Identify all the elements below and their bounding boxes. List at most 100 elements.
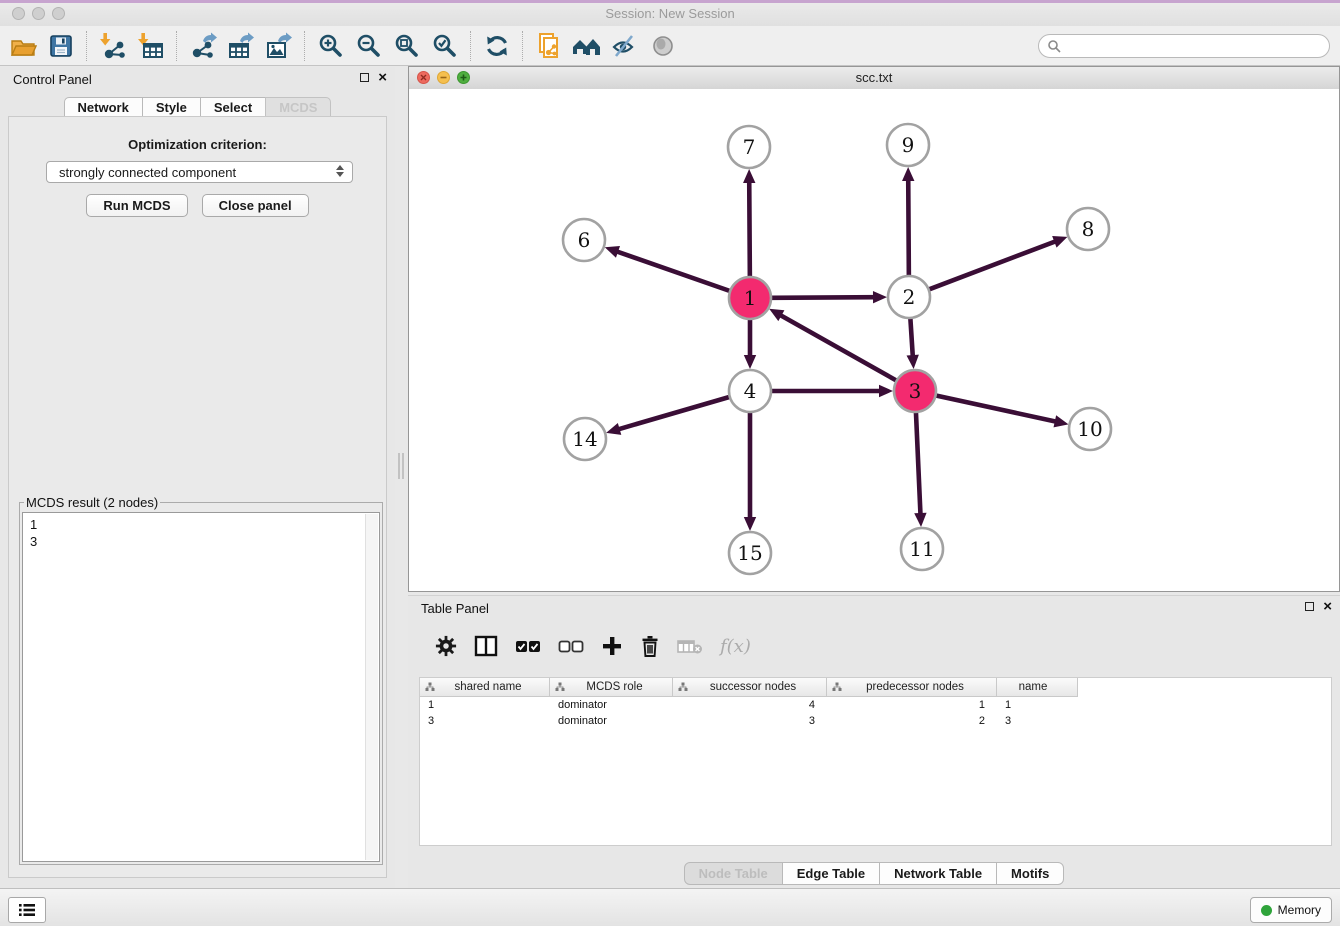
- zoom-fit-button[interactable]: [388, 29, 426, 63]
- clone-network-button[interactable]: [530, 29, 568, 63]
- graph-node-label-9: 9: [902, 133, 915, 157]
- tab-network-table[interactable]: Network Table: [879, 862, 997, 885]
- cell-successor-nodes[interactable]: 4: [673, 699, 827, 711]
- cell-successor-nodes[interactable]: 3: [673, 715, 827, 727]
- refresh-icon: [484, 33, 510, 59]
- export-network-button[interactable]: [184, 29, 222, 63]
- cell-predecessor-nodes[interactable]: 2: [827, 715, 997, 727]
- network-window-titlebar[interactable]: scc.txt: [409, 67, 1339, 90]
- panel-splitter-grip[interactable]: [398, 453, 404, 479]
- mcds-result-group: MCDS result (2 nodes) 1 3: [19, 495, 383, 865]
- show-columns-icon[interactable]: [474, 635, 498, 657]
- clone-network-icon: [535, 32, 563, 60]
- graph-node-label-7: 7: [743, 135, 756, 159]
- close-panel-icon[interactable]: ×: [1323, 601, 1332, 612]
- open-session-button[interactable]: [4, 29, 42, 63]
- table-header-row: shared name MCDS role successor nodes: [420, 678, 1331, 697]
- table-row[interactable]: 3 dominator 3 2 3: [420, 713, 1331, 729]
- import-table-button[interactable]: [132, 29, 170, 63]
- tab-network[interactable]: Network: [64, 97, 143, 118]
- window-title: Session: New Session: [0, 6, 1340, 21]
- graph-edge-2-9[interactable]: [908, 178, 909, 275]
- graph-node-label-4: 4: [744, 379, 757, 403]
- graph-edge-2-3[interactable]: [910, 319, 912, 358]
- import-network-button[interactable]: [94, 29, 132, 63]
- delete-column-trash-icon[interactable]: [640, 635, 660, 657]
- graph-edge-3-11[interactable]: [916, 413, 921, 516]
- search-input[interactable]: [1066, 38, 1321, 54]
- node-table[interactable]: shared name MCDS role successor nodes: [419, 677, 1332, 846]
- show-hidden-button[interactable]: [644, 29, 682, 63]
- column-header-name[interactable]: name: [997, 678, 1078, 697]
- criterion-dropdown[interactable]: strongly connected component: [46, 161, 353, 183]
- tab-edge-table[interactable]: Edge Table: [782, 862, 880, 885]
- search-box[interactable]: [1038, 34, 1330, 58]
- cell-shared-name[interactable]: 3: [420, 715, 550, 727]
- column-header-predecessor-nodes[interactable]: predecessor nodes: [827, 678, 997, 697]
- zoom-out-button[interactable]: [350, 29, 388, 63]
- column-header-mcds-role[interactable]: MCDS role: [550, 678, 673, 697]
- create-column-plus-icon[interactable]: [601, 635, 623, 657]
- refresh-layout-button[interactable]: [478, 29, 516, 63]
- graph-edge-1-6[interactable]: [615, 251, 729, 291]
- cell-mcds-role[interactable]: dominator: [550, 715, 673, 727]
- float-panel-icon[interactable]: [360, 73, 369, 82]
- tab-select[interactable]: Select: [200, 97, 266, 118]
- home-icon: [572, 33, 602, 59]
- task-history-button[interactable]: [8, 897, 46, 923]
- graph-edge-3-10[interactable]: [936, 396, 1057, 422]
- cell-name[interactable]: 1: [997, 699, 1078, 711]
- mcds-result-lines: 1 3: [30, 516, 37, 550]
- zoom-in-button[interactable]: [312, 29, 350, 63]
- graph-edge-1-7[interactable]: [749, 180, 750, 276]
- cell-name[interactable]: 3: [997, 715, 1078, 727]
- graph-edge-1-2[interactable]: [772, 297, 876, 298]
- graph-arrowhead: [873, 291, 887, 303]
- toolbar-separator: [470, 31, 472, 61]
- table-row[interactable]: 1 dominator 4 1 1: [420, 697, 1331, 713]
- save-disk-icon: [48, 33, 74, 59]
- close-panel-icon[interactable]: ×: [378, 72, 387, 83]
- status-bar: Memory: [0, 888, 1340, 926]
- graph-edge-3-1[interactable]: [779, 314, 896, 380]
- table-settings-gear-icon[interactable]: [435, 635, 457, 657]
- delete-table-icon-disabled: [677, 637, 703, 655]
- graph-node-label-10: 10: [1077, 417, 1102, 441]
- graph-arrowhead: [902, 167, 914, 181]
- column-header-successor-nodes[interactable]: successor nodes: [673, 678, 827, 697]
- graph-edge-2-8[interactable]: [930, 241, 1058, 289]
- home-layout-button[interactable]: [568, 29, 606, 63]
- run-mcds-button[interactable]: Run MCDS: [86, 194, 187, 217]
- graph-node-label-14: 14: [572, 427, 597, 451]
- tab-style[interactable]: Style: [142, 97, 201, 118]
- cell-shared-name[interactable]: 1: [420, 699, 550, 711]
- hide-selected-button[interactable]: [606, 29, 644, 63]
- close-panel-button[interactable]: Close panel: [202, 194, 309, 217]
- deselect-all-icon[interactable]: [558, 637, 584, 655]
- graph-node-label-6: 6: [578, 228, 591, 252]
- float-panel-icon[interactable]: [1305, 602, 1314, 611]
- network-graph[interactable]: 1234678910111415: [409, 89, 1339, 592]
- tab-mcds[interactable]: MCDS: [265, 97, 331, 118]
- result-scrollbar[interactable]: [365, 514, 378, 860]
- tab-node-table[interactable]: Node Table: [684, 862, 783, 885]
- mcds-result-box[interactable]: 1 3: [22, 512, 380, 862]
- zoom-out-icon: [355, 32, 383, 60]
- titlebar[interactable]: Session: New Session: [0, 3, 1340, 26]
- control-panel-tabs: Network Style Select MCDS: [0, 97, 395, 118]
- zoom-selected-button[interactable]: [426, 29, 464, 63]
- cell-predecessor-nodes[interactable]: 1: [827, 699, 997, 711]
- cell-mcds-role[interactable]: dominator: [550, 699, 673, 711]
- graph-node-label-1: 1: [744, 286, 757, 310]
- graph-arrowhead: [1052, 236, 1067, 248]
- export-table-button[interactable]: [222, 29, 260, 63]
- select-all-icon[interactable]: [515, 637, 541, 655]
- save-session-button[interactable]: [42, 29, 80, 63]
- network-canvas[interactable]: 1234678910111415: [409, 89, 1339, 591]
- memory-button[interactable]: Memory: [1250, 897, 1332, 923]
- tab-motifs[interactable]: Motifs: [996, 862, 1064, 885]
- graph-arrowhead: [744, 355, 756, 369]
- export-image-button[interactable]: [260, 29, 298, 63]
- column-header-shared-name[interactable]: shared name: [420, 678, 550, 697]
- graph-edge-4-14[interactable]: [617, 397, 729, 430]
